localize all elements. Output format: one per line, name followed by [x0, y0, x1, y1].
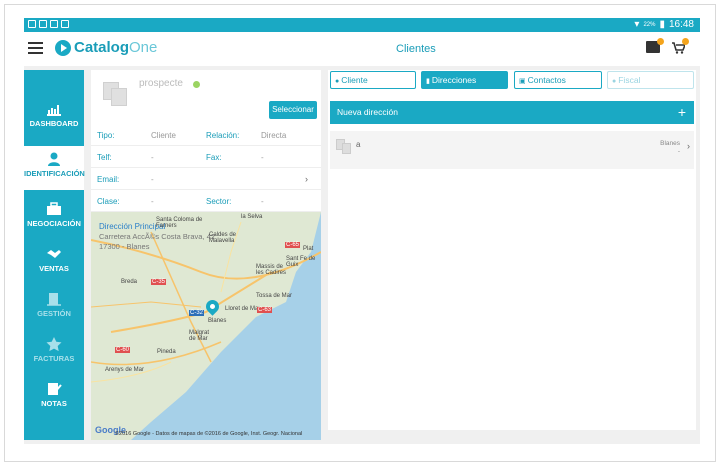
sidebar-item-label: FACTURAS — [33, 354, 75, 363]
address-city: Blanes - — [660, 140, 680, 155]
map-label: Caldes de Malavella — [209, 232, 237, 244]
sidebar-item-label: NOTAS — [41, 399, 67, 408]
map-label: Sant Fe de Guix — [286, 256, 316, 268]
handshake-icon — [47, 250, 61, 258]
map-label: Arenys de Mar — [105, 367, 145, 373]
briefcase-icon — [47, 202, 61, 215]
info-row-tipo: Tipo: Cliente Relación: Directa — [91, 124, 321, 146]
contact-card-icon: ▣ — [519, 78, 526, 85]
page-title: Clientes — [396, 43, 436, 55]
app-bar: CatalogOne Clientes — [24, 32, 700, 66]
select-button[interactable]: Seleccionar — [269, 101, 317, 119]
building-icon — [47, 293, 61, 306]
bar-chart-icon — [47, 105, 61, 116]
sidebar-item-ventas[interactable]: VENTAS — [24, 247, 84, 291]
play-icon — [55, 39, 71, 56]
address-list-item[interactable]: a Blanes - › — [330, 131, 694, 169]
status-bar: ▾ 22% ▮ 16:48 — [24, 18, 700, 32]
new-address-bar[interactable]: Nueva dirección + — [330, 101, 694, 124]
sidebar-item-label: IDENTIFICACIÓN — [24, 169, 85, 178]
notification-icon — [50, 20, 58, 28]
map-label: Tossa de Mar — [256, 293, 293, 299]
notification-badge — [657, 38, 664, 45]
sidebar-item-label: NEGOCIACIÓN — [27, 219, 81, 228]
status-indicator — [193, 81, 200, 88]
map-label: Blanes — [208, 318, 227, 324]
clock: 16:48 — [668, 19, 694, 30]
map-copyright: ©2016 Google - Datos de mapas de ©2016 d… — [115, 431, 303, 437]
sidebar: DASHBOARD IDENTIFICACIÓN NEGOCIACIÓN VEN… — [24, 70, 85, 440]
detail-panel: ● Cliente ▮ Direcciones ▣ Contactos ● Fiscal… — [328, 70, 696, 430]
mail-icon[interactable] — [646, 38, 664, 53]
client-name: prospecte — [139, 78, 183, 89]
notification-icons — [28, 20, 69, 28]
add-address-button[interactable]: + — [678, 101, 686, 124]
location-map[interactable]: Dirección Principal Carretera AccÃ©s Cos… — [91, 212, 321, 440]
road-badge: C-35 — [151, 279, 167, 285]
battery-level: 22% — [643, 21, 656, 28]
sidebar-item-notas[interactable]: NOTAS — [24, 382, 84, 426]
book-icon: ▮ — [426, 78, 430, 85]
road-badge: C-63 — [257, 307, 273, 313]
tab-cliente[interactable]: ● Cliente — [330, 71, 416, 89]
person-icon: ● — [335, 78, 340, 85]
sidebar-item-facturas[interactable]: FACTURAS — [24, 337, 84, 381]
sidebar-item-label: DASHBOARD — [29, 119, 79, 128]
map-label: Lloret de Mar — [225, 306, 261, 312]
wifi-icon: ▾ — [634, 19, 640, 30]
map-label: Plat — [303, 246, 314, 252]
person-icon — [48, 152, 60, 166]
tab-fiscal[interactable]: ● Fiscal — [607, 71, 694, 89]
cart-icon[interactable] — [672, 38, 689, 54]
map-label: la Selva — [241, 214, 263, 220]
sidebar-item-label: VENTAS — [39, 264, 69, 273]
client-avatar — [101, 82, 133, 108]
sidebar-item-gestion[interactable]: GESTIÓN — [24, 292, 84, 336]
road-badge: C-60 — [115, 347, 131, 353]
tab-contactos[interactable]: ▣ Contactos — [514, 71, 602, 89]
map-label: Pineda — [157, 349, 176, 355]
app-logo: CatalogOne — [55, 39, 157, 56]
battery-icon: ▮ — [659, 19, 665, 30]
chevron-right-icon: › — [305, 174, 308, 184]
info-row-clase: Clase: - Sector: - — [91, 190, 321, 212]
info-row-telf: Telf: - Fax: - — [91, 146, 321, 168]
address-thumbnail — [336, 139, 354, 154]
cart-badge — [682, 38, 689, 45]
address-line1: Carretera AccÃ©s Costa Brava, 42 — [99, 232, 215, 241]
notification-icon — [61, 20, 69, 28]
tab-direcciones[interactable]: ▮ Direcciones — [421, 71, 508, 89]
chevron-right-icon: › — [687, 141, 690, 151]
map-label: Santa Coloma de Farners — [156, 217, 203, 229]
notes-icon — [48, 383, 62, 395]
star-icon — [46, 337, 62, 351]
map-label: Breda — [121, 279, 138, 285]
road-badge: C-65 — [285, 242, 301, 248]
sidebar-item-label: GESTIÓN — [37, 309, 71, 318]
menu-icon[interactable] — [28, 42, 43, 54]
person-icon: ● — [612, 78, 617, 85]
sidebar-item-negociacion[interactable]: NEGOCIACIÓN — [24, 202, 84, 246]
sidebar-item-dashboard[interactable]: DASHBOARD — [24, 102, 84, 146]
address-name: a — [356, 140, 361, 149]
new-address-label: Nueva dirección — [337, 107, 398, 117]
logo-text: CatalogOne — [74, 39, 158, 56]
road-badge: C-32 — [189, 310, 205, 316]
address-line2: 17300 - Blanes — [99, 242, 150, 251]
info-row-email[interactable]: Email: - › — [91, 168, 321, 190]
map-label: Massis de les Cadires — [256, 264, 287, 276]
sidebar-item-identificacion[interactable]: IDENTIFICACIÓN — [24, 146, 85, 190]
notification-icon — [28, 20, 36, 28]
client-summary-panel: prospecte Seleccionar Tipo: Cliente Rela… — [91, 70, 321, 440]
notification-icon — [39, 20, 47, 28]
map-label: Malgrat de Mar — [189, 330, 210, 342]
